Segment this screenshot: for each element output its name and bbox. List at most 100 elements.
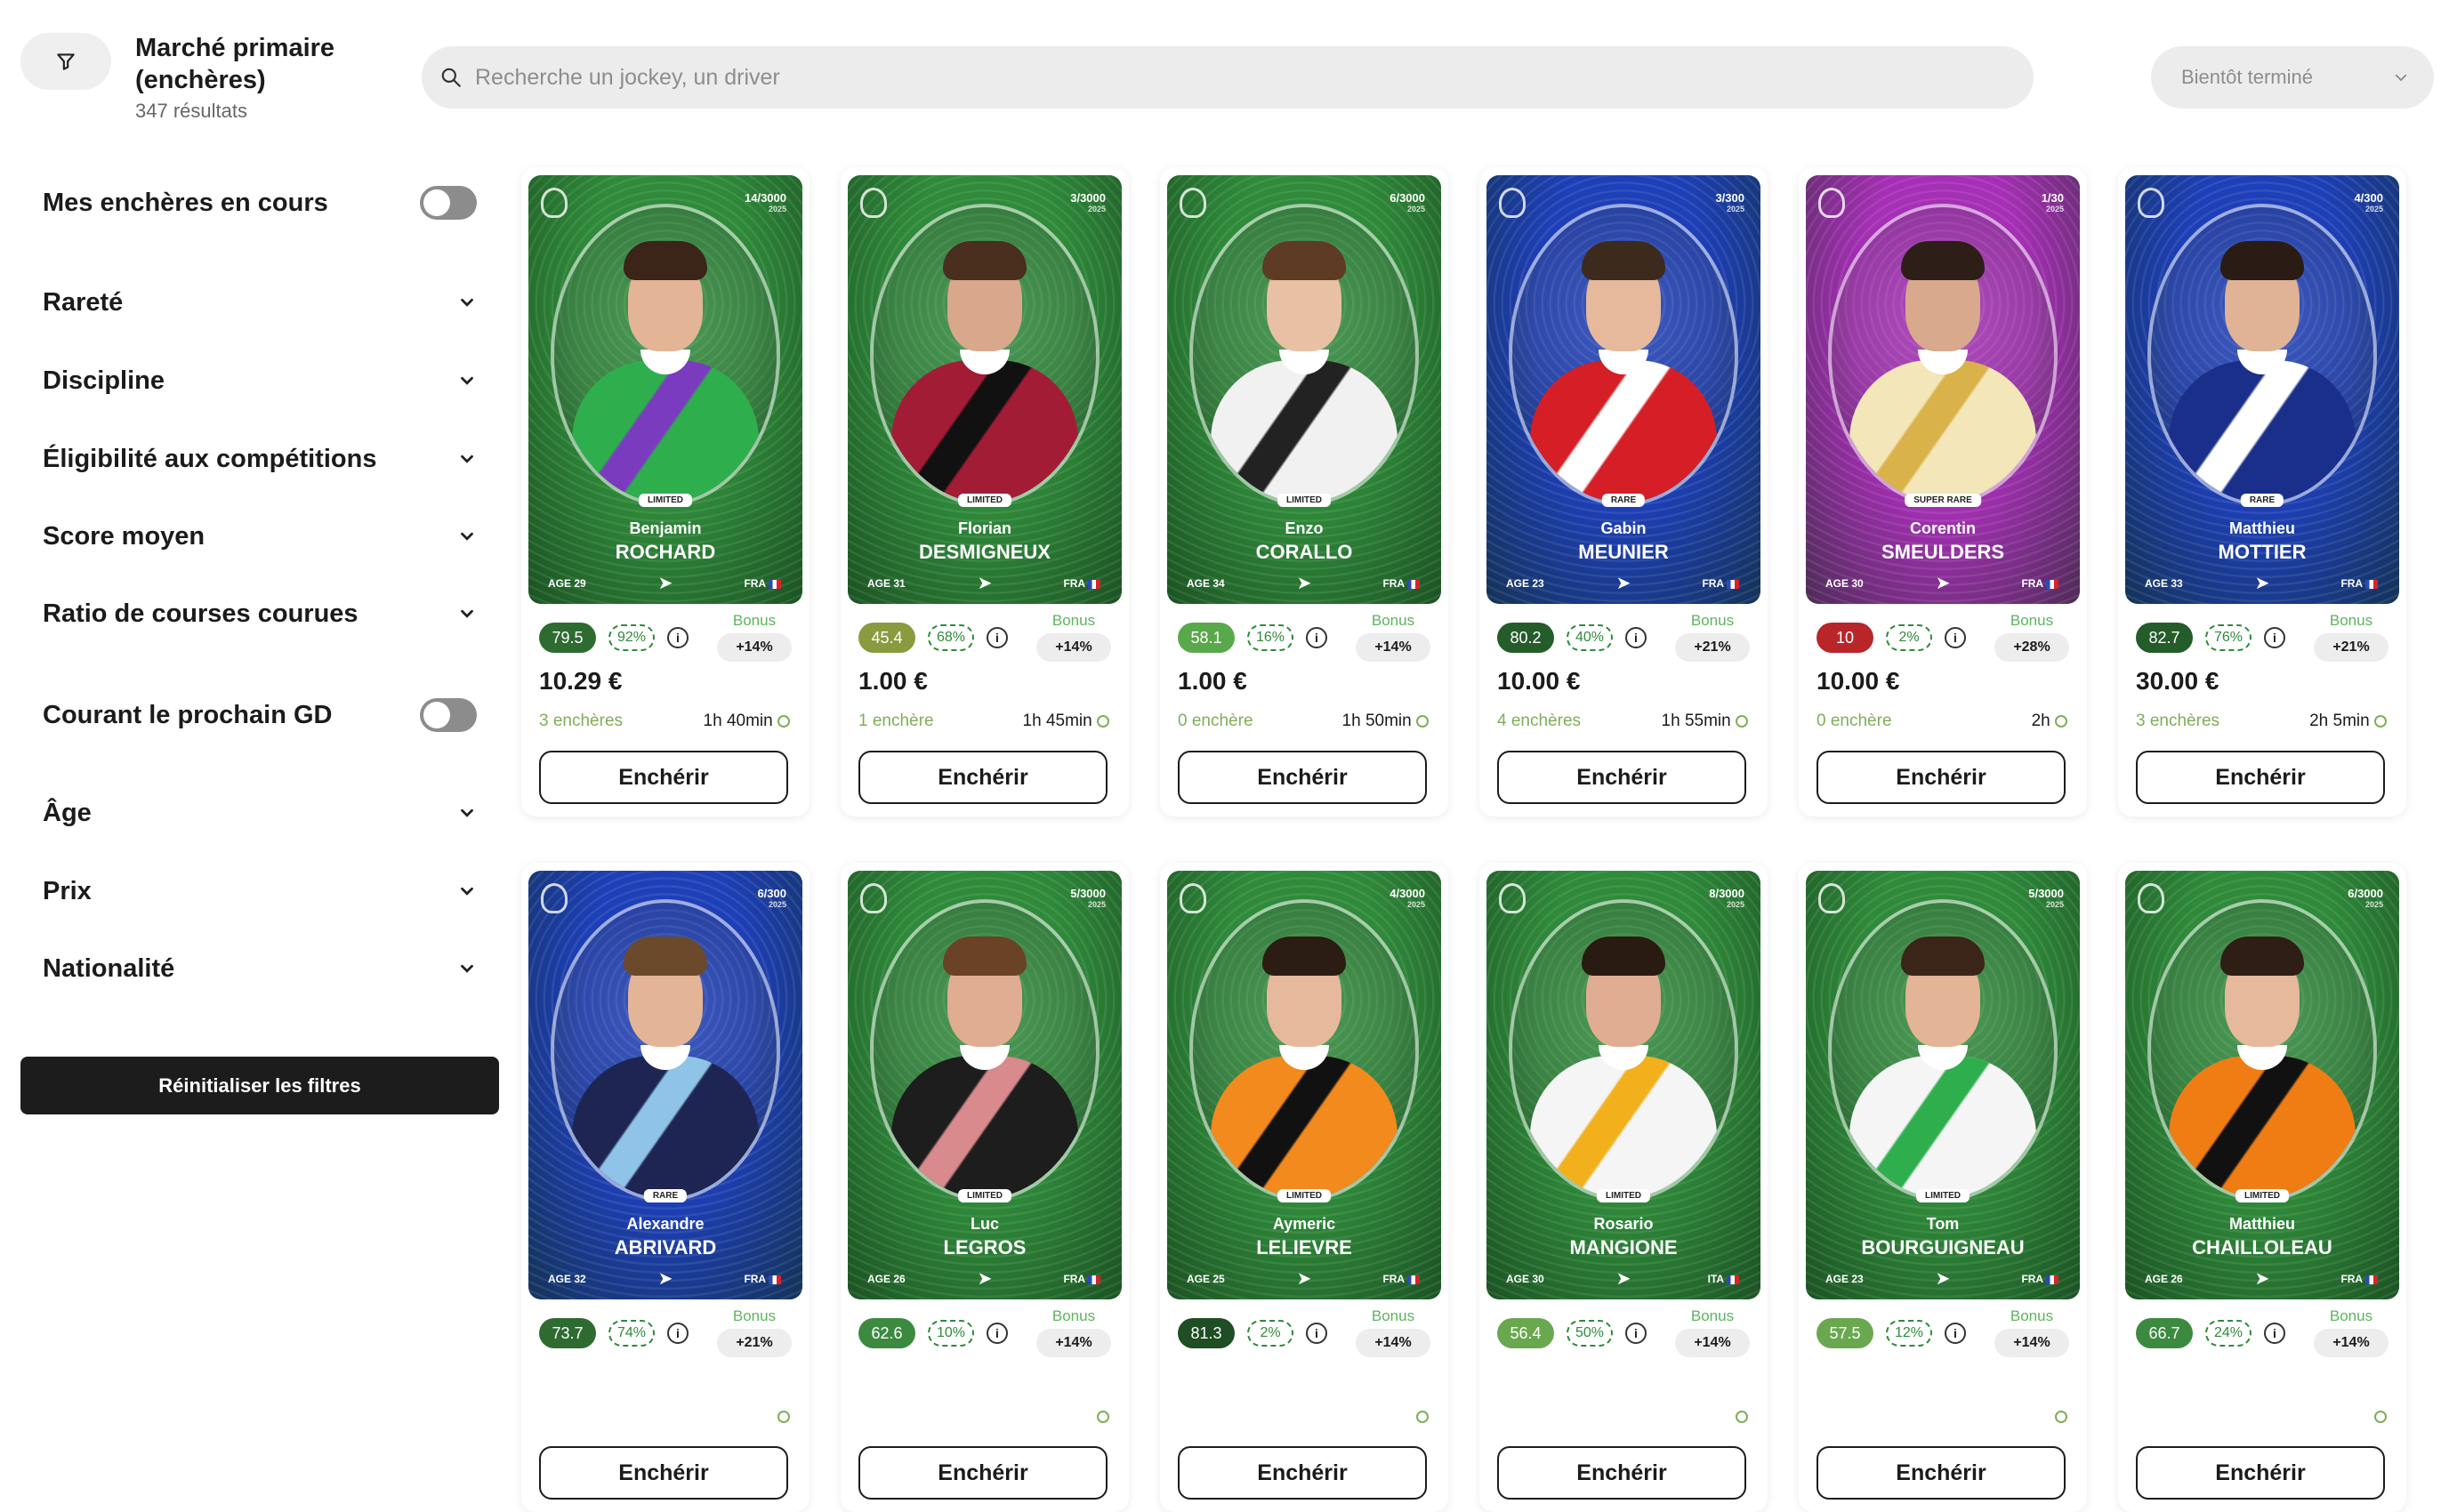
player-card[interactable]: 8/3000 2025 LIMITED Rosario MANGIONE AGE … [1479,863,1768,1512]
filter-row[interactable]: Nationalité [43,942,477,995]
toggle-switch[interactable] [420,698,477,732]
filter-row[interactable]: Éligibilité aux compétitions [43,432,477,486]
player-first-name: Luc [970,1215,999,1233]
filter-row[interactable]: Score moyen [43,510,477,563]
player-first-name: Aymeric [1272,1215,1336,1233]
bid-button[interactable]: Enchérir [2136,1446,2385,1500]
time-remaining: 1h 45min [1023,712,1109,731]
ratio-badge: 24% [2205,1320,2252,1347]
chevron-down-icon [461,808,473,817]
bid-button[interactable]: Enchérir [1178,1446,1427,1500]
info-icon[interactable]: i [1625,627,1647,648]
bid-button[interactable]: Enchérir [1817,1446,2066,1500]
player-card[interactable]: 5/3000 2025 LIMITED Tom BOURGUIGNEAU AGE … [1799,863,2087,1512]
info-icon[interactable]: i [987,1323,1008,1344]
filter-toggle-row[interactable]: Courant le prochain GD [43,688,477,742]
player-first-name: Matthieu [2229,1215,2295,1233]
card-stats: 62.6 10% i Bonus +14% [858,1307,1116,1357]
player-card[interactable]: 4/3000 2025 LIMITED Aymeric LELIEVRE AGE … [1160,863,1448,1512]
bid-button[interactable]: Enchérir [1817,751,2066,804]
sort-select[interactable]: Bientôt terminé [2151,46,2434,109]
player-card[interactable]: 6/3000 2025 LIMITED Enzo CORALLO AGE 34 ➤… [1160,167,1448,816]
filter-row[interactable]: Discipline [43,354,477,407]
results-count: 347 résultats [135,100,247,122]
card-artwork: 5/3000 2025 LIMITED Luc LEGROS AGE 26 ➤ F… [848,871,1122,1299]
player-card[interactable]: 3/300 2025 RARE Gabin MEUNIER AGE 23 ➤ FR… [1479,167,1768,816]
bid-button[interactable]: Enchérir [2136,751,2385,804]
info-icon[interactable]: i [2264,627,2285,648]
bid-button[interactable]: Enchérir [1178,751,1427,804]
card-price: 10.29 € [539,667,623,695]
rarity-badge: RARE [643,1189,688,1202]
clock-icon [777,714,790,728]
bonus-badge: +14% [1036,633,1111,662]
filter-label: Prix [43,876,92,905]
bid-button[interactable]: Enchérir [858,751,1108,804]
info-icon[interactable]: i [1625,1323,1647,1344]
bid-count: 3 enchères [2136,712,2220,730]
player-card[interactable]: 1/30 2025 SUPER RARE Corentin SMEULDERS A… [1799,167,2087,816]
filter-row[interactable]: Rareté [43,276,477,329]
nationality: FRA [1382,577,1420,590]
player-portrait [870,204,1100,506]
info-icon[interactable]: i [1945,627,1966,648]
filter-label: Discipline [43,366,165,395]
search-input[interactable] [475,64,1987,91]
info-icon[interactable]: i [2264,1323,2285,1344]
filter-row[interactable]: Âge [43,786,477,840]
search-bar[interactable] [422,46,2034,109]
bonus-badge: +14% [1356,1329,1430,1357]
toggle-switch[interactable] [420,186,477,220]
clock-icon [2055,714,2067,728]
player-card[interactable]: 3/3000 2025 LIMITED Florian DESMIGNEUX AG… [841,167,1129,816]
sort-value: Bientôt terminé [2181,66,2313,88]
bid-button[interactable]: Enchérir [1497,1446,1746,1500]
flag-icon [2046,579,2058,589]
filter-row[interactable]: Ratio de courses courues [43,587,477,640]
filter-button[interactable] [20,33,111,90]
nationality: FRA [1702,577,1739,590]
filter-toggle-row[interactable]: Mes enchères en cours [43,176,477,229]
bid-button[interactable]: Enchérir [539,751,788,804]
clock-icon [777,1410,790,1423]
player-card[interactable]: 6/3000 2025 LIMITED Matthieu CHAILLOLEAU … [2118,863,2406,1512]
filter-label: Rareté [43,287,124,317]
info-icon[interactable]: i [1306,1323,1327,1344]
card-artwork: 3/3000 2025 LIMITED Florian DESMIGNEUX AG… [848,175,1122,604]
info-icon[interactable]: i [667,627,689,648]
bid-button[interactable]: Enchérir [858,1446,1108,1500]
player-card[interactable]: 6/300 2025 RARE Alexandre ABRIVARD AGE 32… [521,863,810,1512]
score-badge: 66.7 [2136,1318,2193,1348]
filter-row[interactable]: Prix [43,865,477,918]
bid-button[interactable]: Enchérir [539,1446,788,1500]
reset-filters-button[interactable]: Réinitialiser les filtres [20,1057,499,1114]
chevron-down-icon [461,298,473,307]
info-icon[interactable]: i [1306,627,1327,648]
player-first-name: Alexandre [626,1215,705,1233]
discipline-icon: ➤ [2254,1269,2270,1289]
bid-count: 4 enchères [1497,712,1582,730]
player-card[interactable]: 5/3000 2025 LIMITED Luc LEGROS AGE 26 ➤ F… [841,863,1129,1512]
player-last-name: DESMIGNEUX [919,541,1051,563]
filter-label: Âge [43,798,92,827]
time-remaining [777,1407,790,1427]
player-last-name: ROCHARD [615,541,716,563]
info-icon[interactable]: i [987,627,1008,648]
filter-label: Courant le prochain GD [43,700,333,729]
bonus-badge: +21% [2314,633,2389,662]
info-icon[interactable]: i [667,1323,689,1344]
page-title: Marché primaire (enchères) [135,34,335,94]
clock-icon [1097,1410,1109,1423]
info-icon[interactable]: i [1945,1323,1966,1344]
bid-button[interactable]: Enchérir [1497,751,1746,804]
filter-label: Éligibilité aux compétitions [43,444,377,473]
player-card[interactable]: 4/300 2025 RARE Matthieu MOTTIER AGE 33 ➤… [2118,167,2406,816]
clock-icon [1097,714,1109,728]
player-card[interactable]: 14/3000 2025 LIMITED Benjamin ROCHARD AGE… [521,167,810,816]
chevron-down-icon [2395,74,2407,82]
bonus-label: Bonus [2329,1307,2373,1324]
time-remaining: 1h 40min [704,712,790,731]
ratio-badge: 12% [1886,1320,1932,1347]
clock-icon [1736,1410,1748,1423]
rarity-badge: SUPER RARE [1905,494,1981,507]
